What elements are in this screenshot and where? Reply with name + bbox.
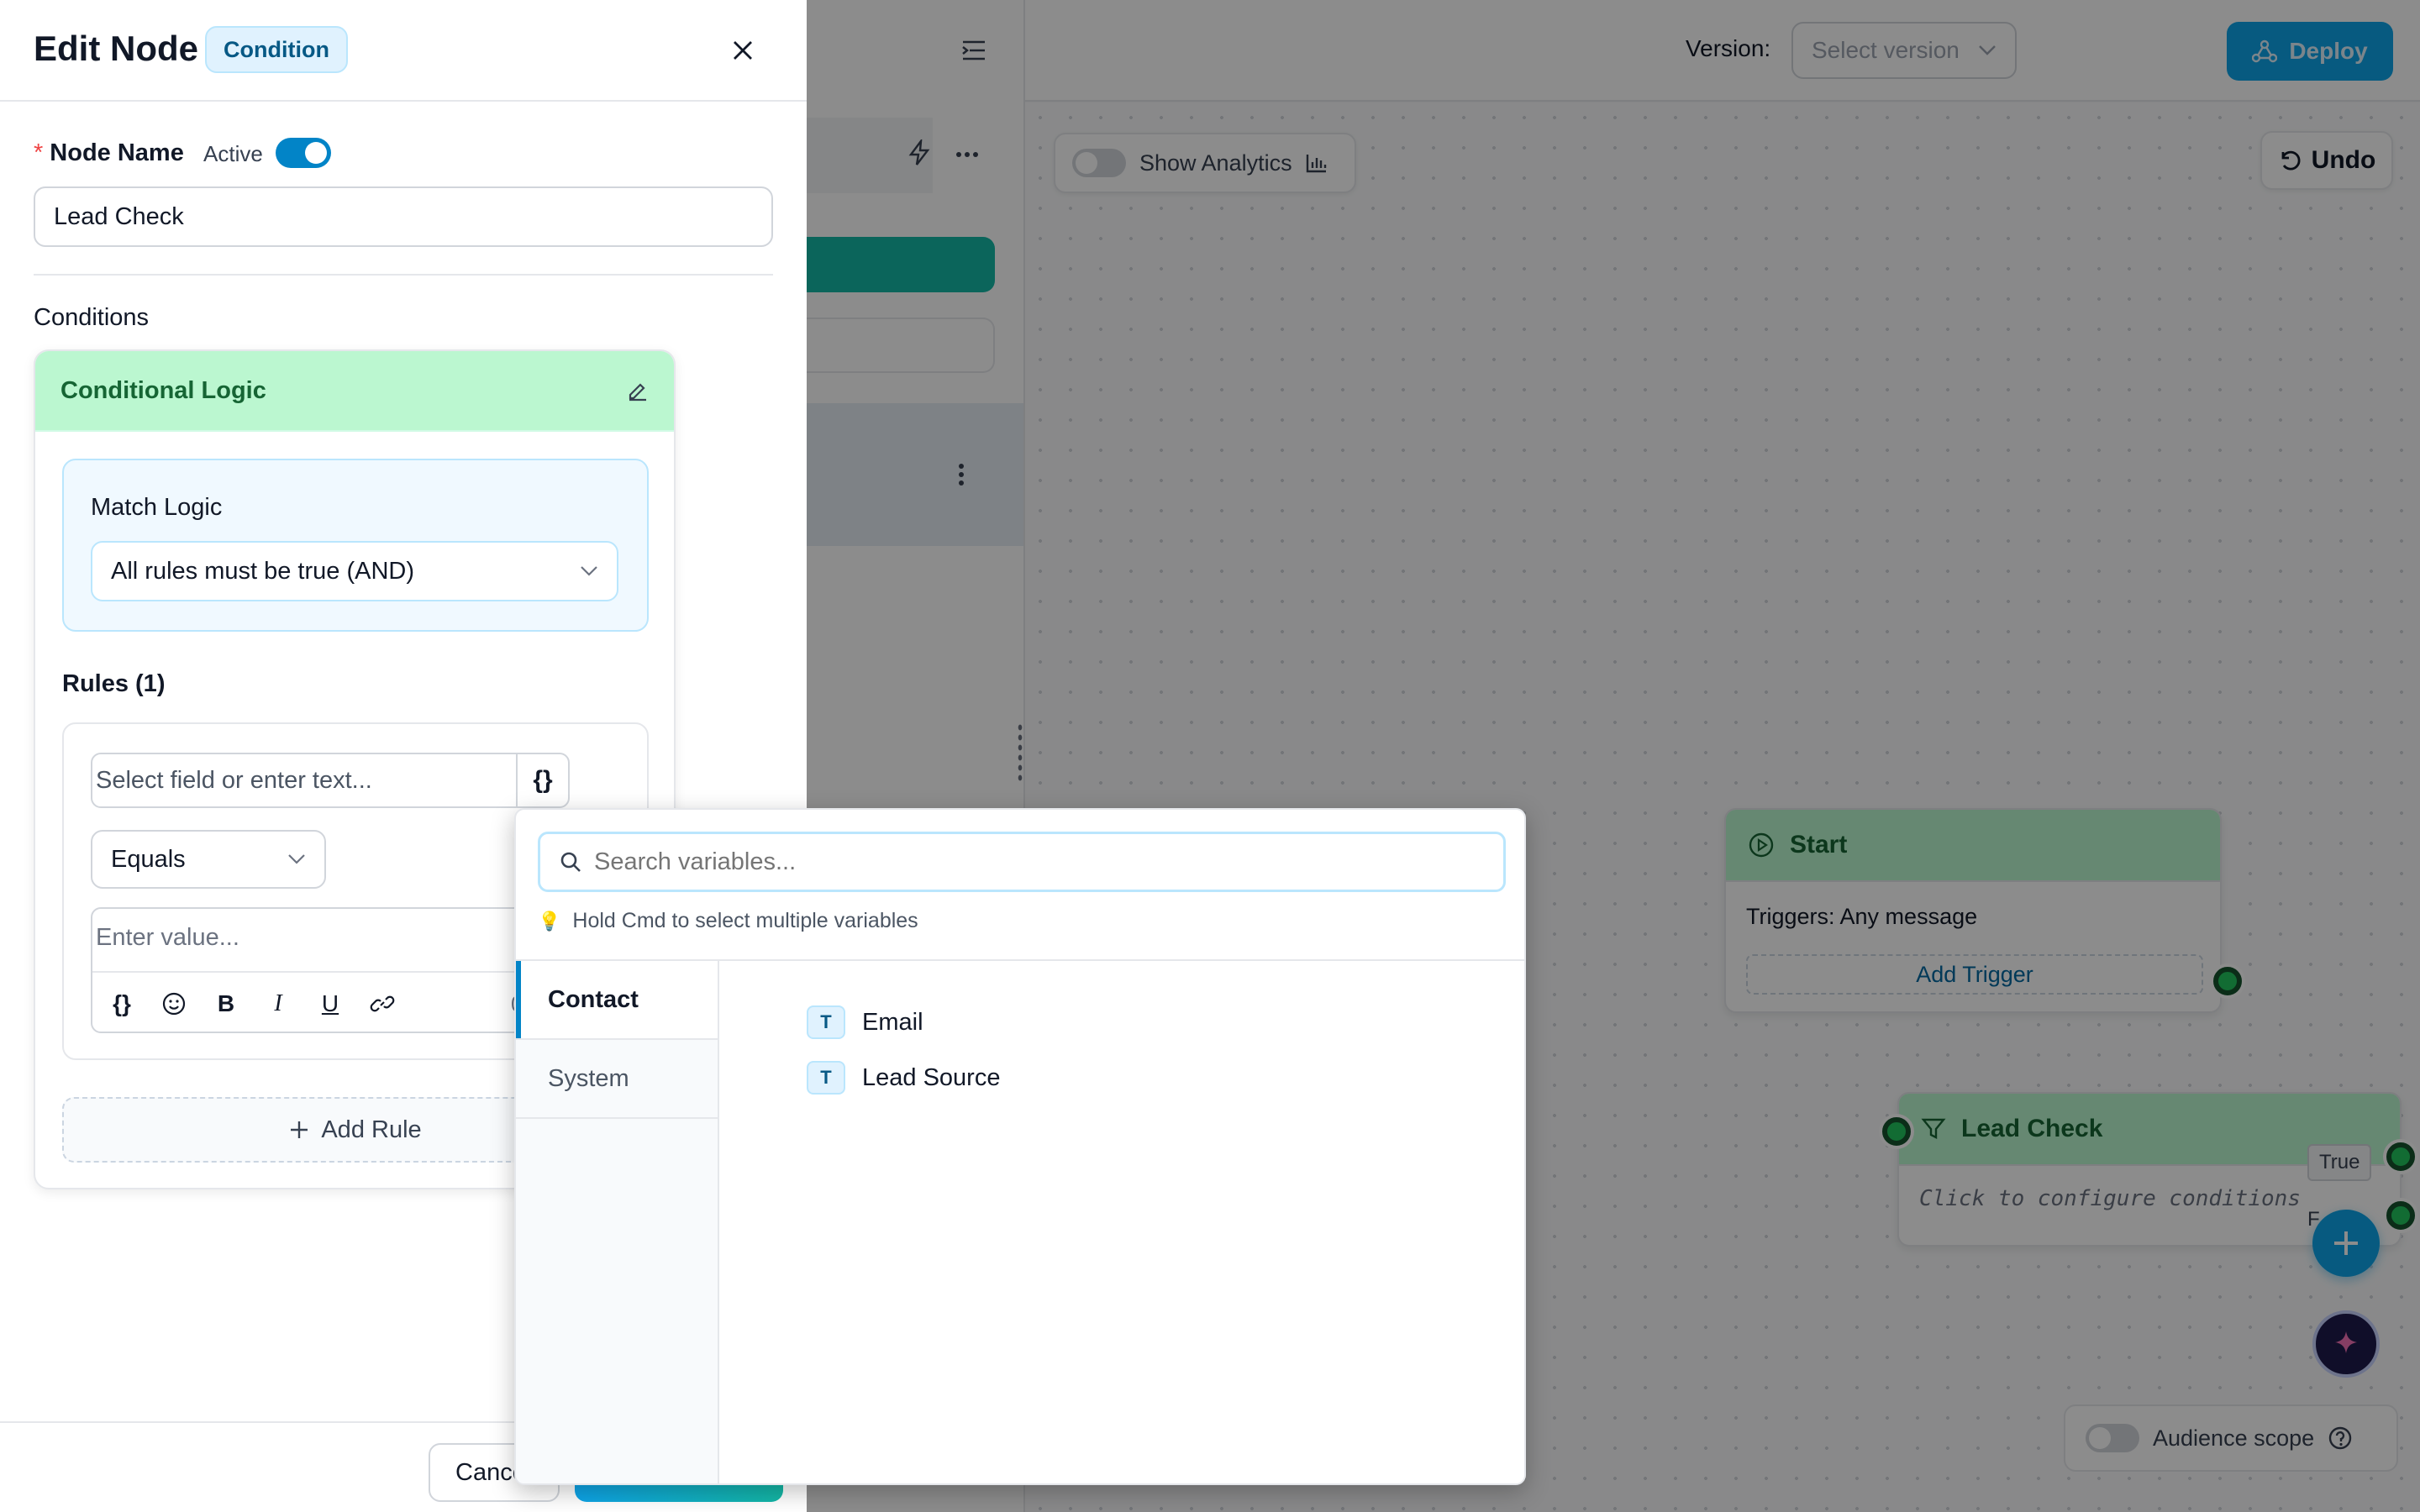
match-logic-select[interactable]: All rules must be true (AND) [91,541,618,601]
section-divider [34,274,773,276]
conditions-label: Conditions [34,304,150,331]
variable-search-input[interactable] [594,848,1468,876]
drawer-title: Edit Node [34,29,198,68]
operator-select[interactable]: Equals [91,830,326,889]
variable-list: T Email T Lead Source [719,961,1524,1483]
category-system[interactable]: System [516,1040,718,1119]
underline-icon[interactable]: U [316,990,345,1018]
link-icon[interactable] [368,990,397,1018]
variable-label: Email [862,1008,923,1036]
variable-label: Lead Source [862,1063,1001,1091]
emoji-icon[interactable] [160,990,188,1018]
match-logic-value: All rules must be true (AND) [111,557,414,585]
close-button[interactable] [724,32,761,69]
match-logic-box: Match Logic All rules must be true (AND) [62,459,649,632]
variable-braces-icon[interactable]: {} [108,990,136,1018]
insert-variable-button[interactable]: {} [516,754,568,806]
active-toggle[interactable] [276,138,331,168]
variable-item-email[interactable]: T Email [719,995,1524,1050]
variable-categories: Contact System [516,961,719,1483]
variable-search-box[interactable] [538,832,1506,892]
required-mark: * [34,139,44,166]
node-type-badge: Condition [205,26,348,73]
multi-select-hint-text: Hold Cmd to select multiple variables [572,909,918,932]
rules-label: Rules (1) [62,670,166,697]
match-logic-label: Match Logic [91,494,223,521]
variable-picker-popover: 💡 Hold Cmd to select multiple variables … [514,808,1526,1485]
category-contact[interactable]: Contact [516,961,718,1040]
conditional-logic-header: Conditional Logic [35,351,674,432]
edit-pencil-icon[interactable] [627,380,649,402]
conditional-logic-title: Conditional Logic [60,376,266,404]
chevron-down-icon [581,566,597,576]
value-placeholder: Enter value... [96,924,239,951]
add-rule-label: Add Rule [321,1116,422,1143]
text-type-icon: T [807,1061,845,1095]
close-icon [734,41,752,60]
variable-picker-body: Contact System T Email T Lead Source [516,959,1524,1483]
chevron-down-icon [288,854,305,864]
node-name-label: * Node Name [34,139,184,167]
italic-icon[interactable]: I [264,990,292,1018]
operator-value: Equals [111,845,186,873]
multi-select-hint: 💡 Hold Cmd to select multiple variables [538,909,918,933]
field-placeholder: Select field or enter text... [96,766,372,794]
search-icon [560,852,581,872]
drawer-header: Edit Node Condition [0,0,807,102]
bold-icon[interactable]: B [212,990,240,1018]
active-label: Active [203,141,263,166]
lightbulb-icon: 💡 [538,910,561,932]
variable-item-lead-source[interactable]: T Lead Source [719,1050,1524,1105]
node-name-input[interactable] [34,186,773,247]
field-select-input[interactable]: Select field or enter text... {} [91,753,570,808]
node-name-label-text: Node Name [50,139,184,166]
plus-icon [291,1121,308,1138]
text-type-icon: T [807,1005,845,1039]
